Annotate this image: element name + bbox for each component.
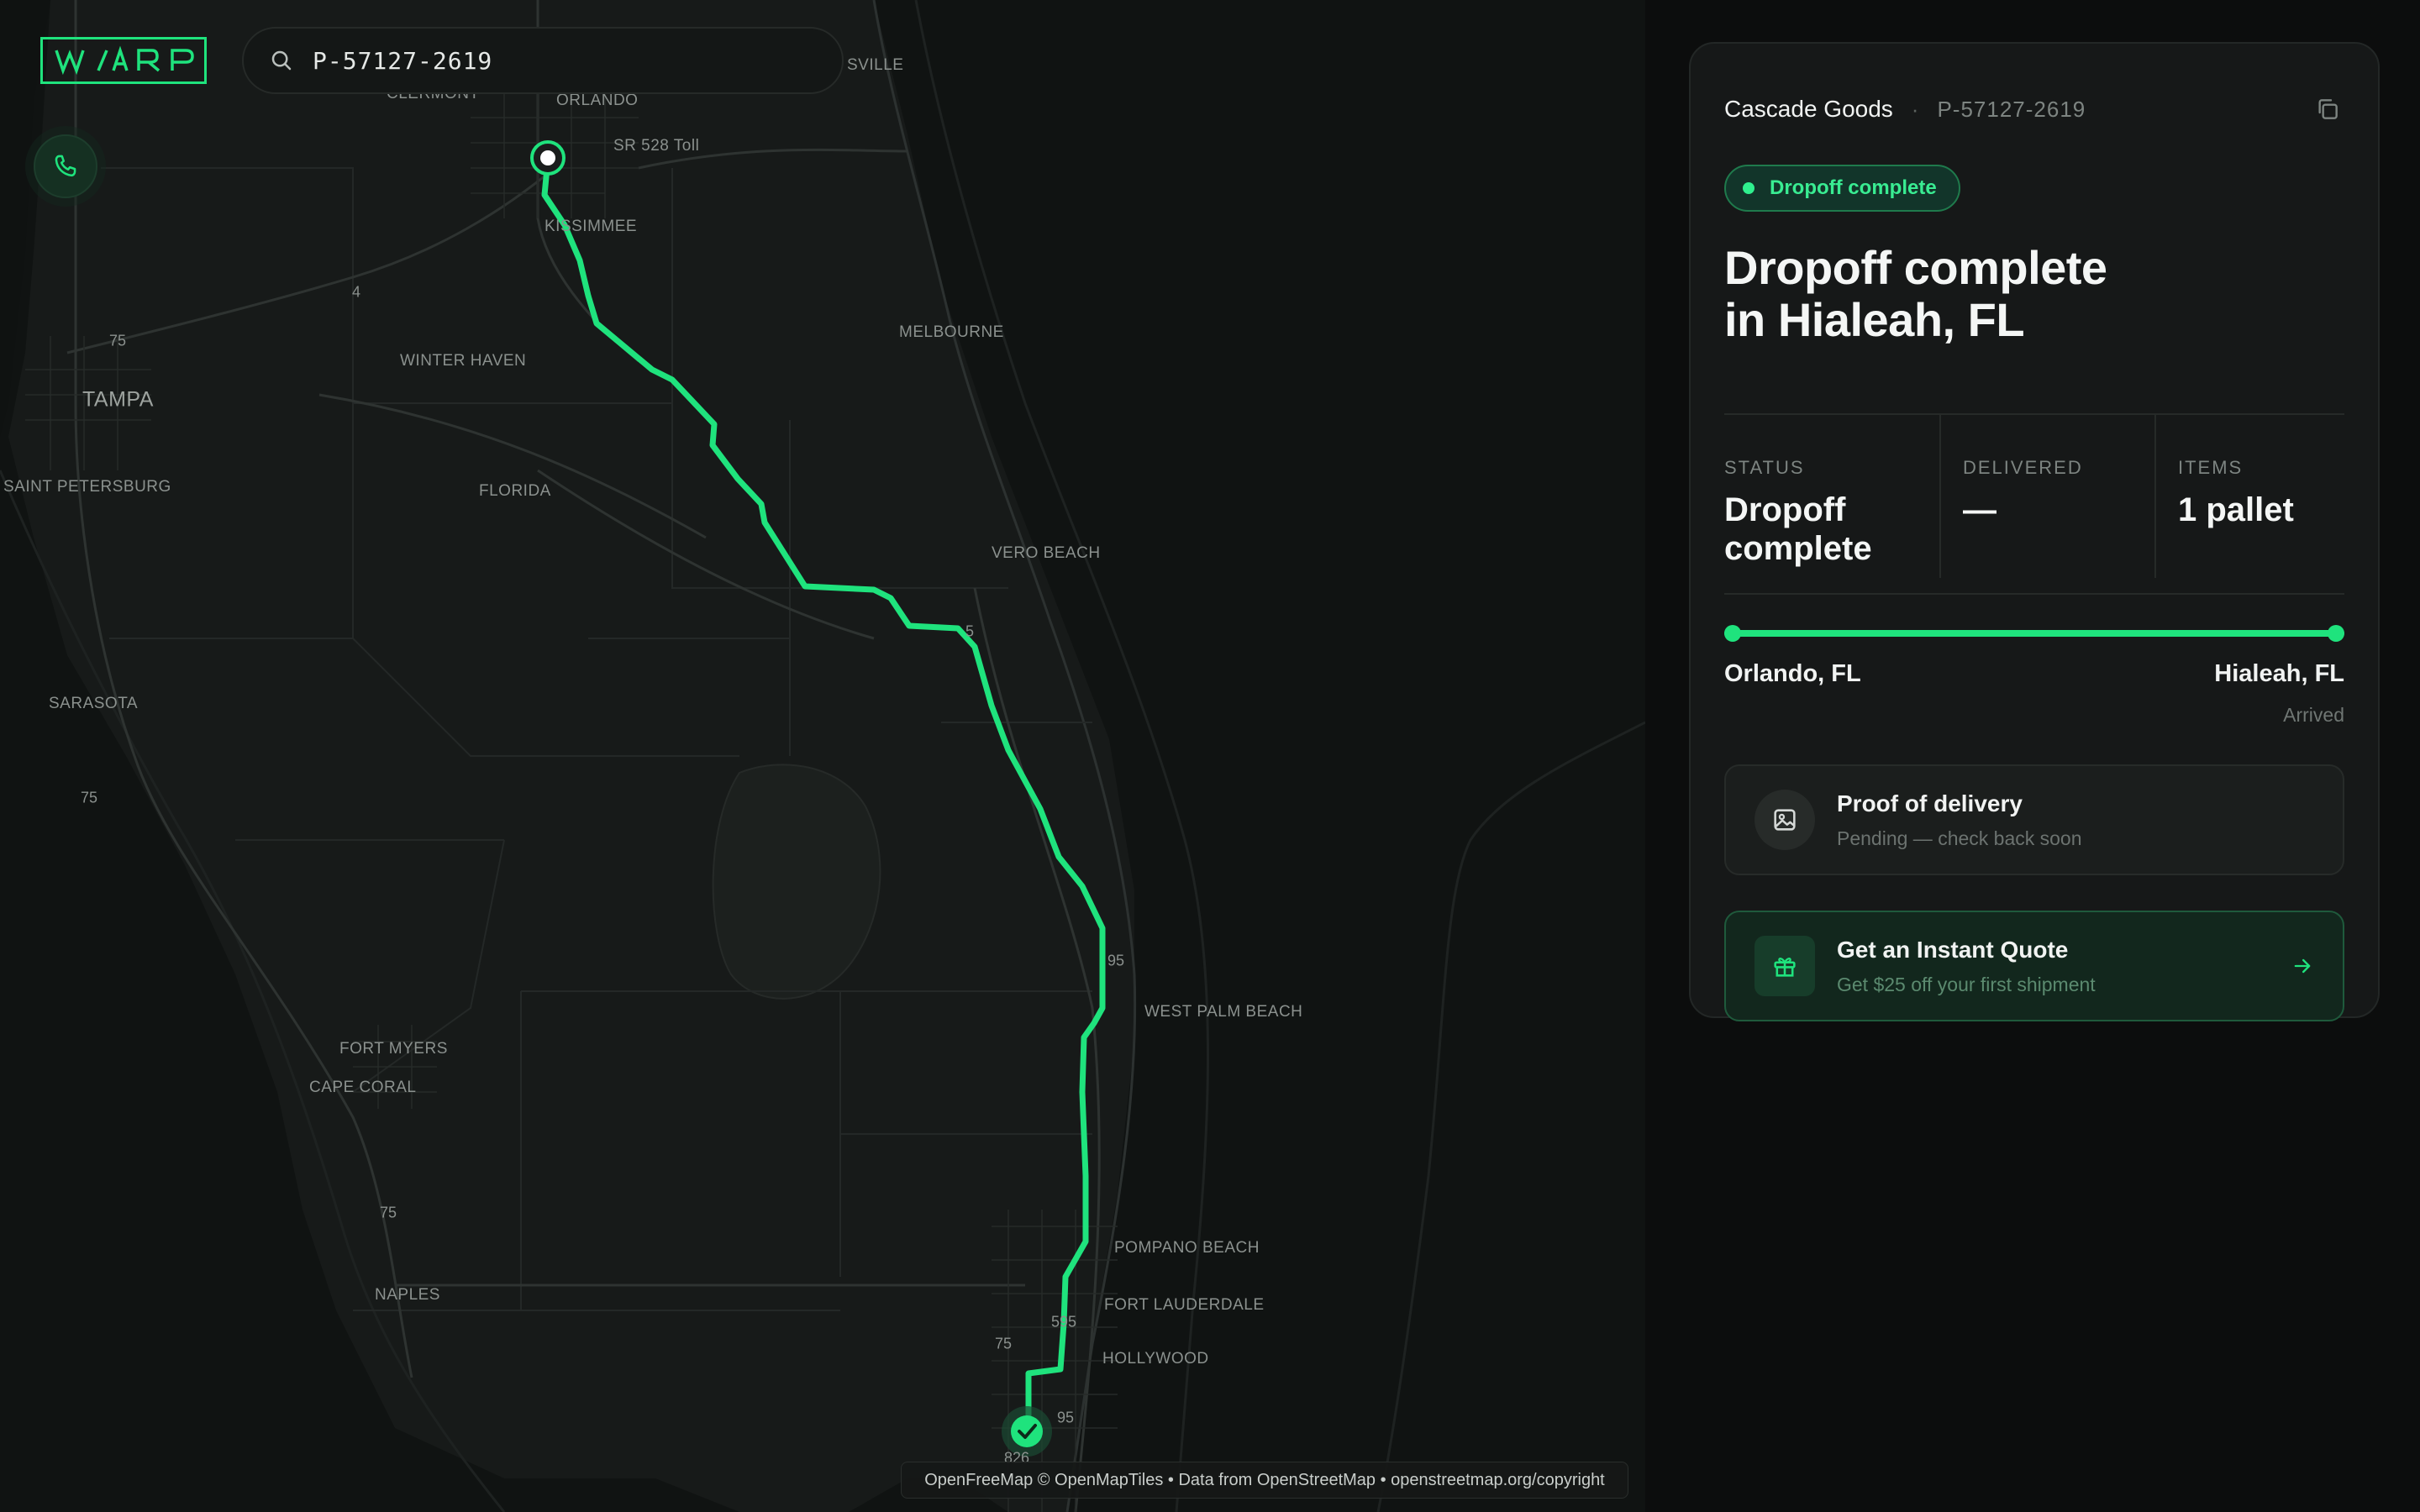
basemap [0, 0, 1645, 1512]
shipper-name: Cascade Goods [1724, 96, 1893, 122]
call-button[interactable] [34, 134, 97, 198]
place-label: NAPLES [375, 1286, 440, 1304]
card-text: Get an Instant Quote Get $25 off your fi… [1837, 937, 2096, 996]
card-subtitle: Get $25 off your first shipment [1837, 973, 2096, 995]
stat-label: STATUS [1724, 457, 1805, 478]
destination-status: Arrived [2283, 704, 2344, 726]
shipment-id: P-57127-2619 [1937, 96, 2086, 122]
page-title: Dropoff complete in Hialeah, FL [1724, 242, 2312, 346]
proof-of-delivery-card[interactable]: Proof of delivery Pending — check back s… [1724, 764, 2344, 875]
shipment-panel: Cascade Goods · P-57127-2619 Dropoff com… [1689, 42, 2380, 1021]
warp-logo-mark [55, 45, 194, 76]
place-label: SARASOTA [49, 695, 139, 712]
stat-value-line: Dropoff [1724, 491, 1846, 528]
divider [1724, 593, 2344, 595]
place-label: POMPANO BEACH [1114, 1239, 1260, 1257]
gift-icon [1774, 958, 1796, 977]
road-shield: 95 [1056, 1409, 1075, 1426]
status-badge-label: Dropoff complete [1770, 176, 1937, 199]
instant-quote-card[interactable]: Get an Instant Quote Get $25 off your fi… [1724, 911, 2344, 1021]
origin-city: Orlando, FL [1724, 660, 1861, 687]
separator: · [1911, 96, 1919, 122]
place-label: KISSIMMEE [544, 218, 638, 235]
card-title: Get an Instant Quote [1837, 936, 2069, 963]
stat-value: 1 pallet [2178, 491, 2294, 528]
destination-city: Hialeah, FL [2214, 660, 2344, 687]
progress-fill [1724, 630, 2344, 637]
stat-status: STATUS Dropoff complete [1724, 413, 1939, 578]
place-label: HOLLYWOOD [1102, 1350, 1209, 1368]
card-title: Proof of delivery [1837, 790, 2023, 816]
stat-value: Dropoff complete [1724, 491, 1939, 568]
place-label: WEST PALM BEACH [1144, 1003, 1303, 1021]
road-shield: 595 [1050, 1313, 1077, 1331]
card-text: Proof of delivery Pending — check back s… [1837, 790, 2082, 850]
road-shield: 5 [965, 622, 975, 640]
stat-items: ITEMS 1 pallet [2154, 413, 2344, 578]
road-shield: 75 [80, 789, 98, 806]
status-dot [1743, 182, 1754, 194]
road-shield: 75 [379, 1204, 397, 1221]
place-label: WINTER HAVEN [400, 352, 527, 370]
card-icon-wrap [1754, 790, 1815, 850]
map-attribution[interactable]: OpenFreeMap © OpenMapTiles • Data from O… [901, 1462, 1628, 1499]
warp-logo[interactable] [40, 37, 207, 84]
phone-icon [55, 155, 76, 177]
route-progress [1724, 625, 2344, 642]
card-icon-wrap [1754, 936, 1815, 996]
tracking-page: ORLANDO CLERMONT SVILLE SR 528 Toll KISS… [0, 0, 2420, 1512]
place-label: CAPE CORAL [309, 1079, 417, 1096]
quote-arrow-button[interactable] [2287, 951, 2317, 981]
road-shield: 75 [108, 332, 127, 349]
progress-start-dot [1724, 625, 1741, 642]
headline-line: in Hialeah, FL [1724, 293, 2025, 346]
place-label: MELBOURNE [899, 323, 1004, 341]
stat-value-line: complete [1724, 530, 1872, 567]
headline-line: Dropoff complete [1724, 241, 2107, 294]
origin-pin[interactable] [530, 140, 566, 176]
road-shield: 75 [994, 1335, 1013, 1352]
stat-value: — [1963, 491, 1996, 528]
road-shield: 4 [351, 283, 361, 301]
place-label: FORT LAUDERDALE [1104, 1296, 1265, 1314]
road-shield: 95 [1107, 952, 1125, 969]
image-icon [1774, 809, 1796, 831]
stat-label: DELIVERED [1963, 457, 2083, 478]
place-label: SR 528 Toll [613, 137, 700, 155]
place-label: VERO BEACH [992, 544, 1101, 562]
place-label: FLORIDA [479, 482, 551, 500]
place-label: TAMPA [82, 387, 154, 412]
search-icon [271, 50, 292, 71]
tracking-search[interactable] [242, 27, 844, 94]
progress-end-dot [2328, 625, 2344, 642]
place-label: FORT MYERS [339, 1040, 448, 1058]
place-label: ORLANDO [556, 92, 639, 109]
stat-delivered: DELIVERED — [1939, 413, 2154, 578]
place-label: SAINT PETERSBURG [3, 478, 171, 496]
panel-header: Cascade Goods · P-57127-2619 [1724, 92, 2344, 126]
route-map[interactable]: ORLANDO CLERMONT SVILLE SR 528 Toll KISS… [0, 0, 1645, 1512]
copy-icon [2318, 99, 2338, 119]
copy-id-button[interactable] [2311, 92, 2344, 126]
arrow-right-icon [2294, 958, 2311, 974]
status-badge: Dropoff complete [1724, 165, 1960, 212]
stat-label: ITEMS [2178, 457, 2244, 478]
shipment-stats: STATUS Dropoff complete DELIVERED — ITEM… [1724, 413, 2344, 578]
place-label: SVILLE [847, 56, 904, 74]
card-subtitle: Pending — check back soon [1837, 827, 2082, 849]
search-input[interactable] [313, 46, 783, 75]
